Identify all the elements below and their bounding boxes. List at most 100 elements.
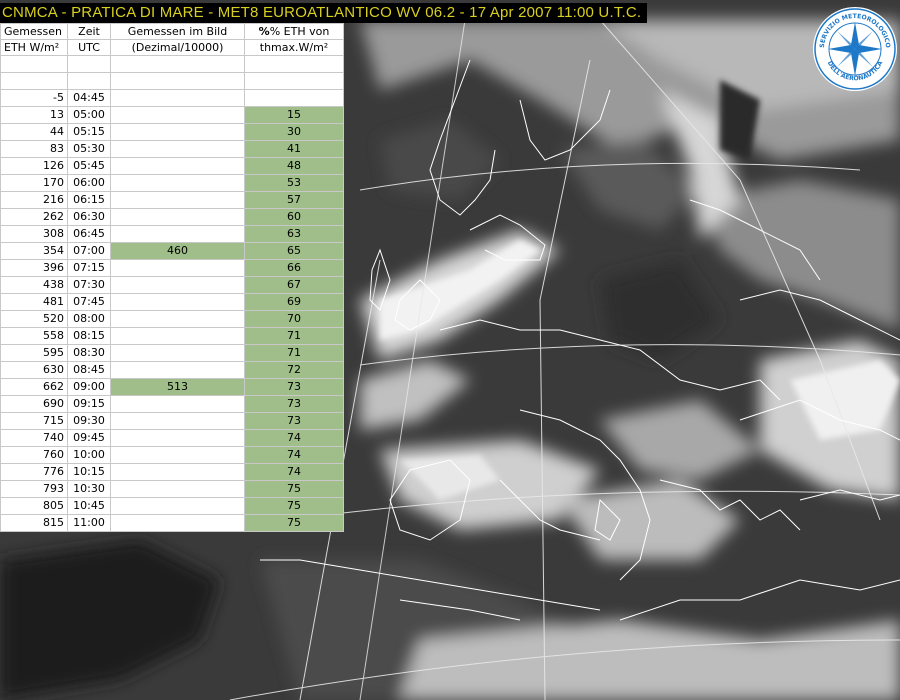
cell-eth: 520 bbox=[0, 310, 68, 328]
cell-percent-eth: 57 bbox=[244, 191, 344, 209]
cell-percent-eth: 75 bbox=[244, 514, 344, 532]
cell-time: 07:30 bbox=[67, 276, 111, 294]
table-row: 776 10:15 74 bbox=[0, 463, 344, 481]
table-row: 595 08:30 71 bbox=[0, 344, 344, 362]
cell-image-value bbox=[110, 174, 245, 192]
cell-percent-eth: 70 bbox=[244, 310, 344, 328]
table-row bbox=[0, 55, 344, 73]
cell-eth: 13 bbox=[0, 106, 68, 124]
cell-percent-eth: 30 bbox=[244, 123, 344, 141]
cell-percent-eth: 65 bbox=[244, 242, 344, 260]
table-row: 126 05:45 48 bbox=[0, 157, 344, 175]
cell-eth: 396 bbox=[0, 259, 68, 277]
cell-time: 10:30 bbox=[67, 480, 111, 498]
cell-percent-eth: 69 bbox=[244, 293, 344, 311]
header-percent-eth: %% ETH von bbox=[244, 23, 344, 40]
cell-time: 08:45 bbox=[67, 361, 111, 379]
table-row: 630 08:45 72 bbox=[0, 361, 344, 379]
cell-time: 07:00 bbox=[67, 242, 111, 260]
cell-eth: 595 bbox=[0, 344, 68, 362]
cell-percent-eth: 60 bbox=[244, 208, 344, 226]
table-row: 354 07:00 460 65 bbox=[0, 242, 344, 260]
servizio-meteorologico-logo: SERVIZIO METEOROLOGICO DELL'AERONAUTICA bbox=[813, 7, 897, 91]
cell-time: 06:30 bbox=[67, 208, 111, 226]
image-title: CNMCA - PRATICA DI MARE - MET8 EUROATLAN… bbox=[0, 3, 648, 23]
table-header-row: Gemessen Zeit Gemessen im Bild %% ETH vo… bbox=[0, 23, 344, 40]
cell-image-value bbox=[110, 514, 245, 532]
cell-eth: 126 bbox=[0, 157, 68, 175]
header-time: Zeit bbox=[67, 23, 111, 40]
cell-time: 09:15 bbox=[67, 395, 111, 413]
table-row: 481 07:45 69 bbox=[0, 293, 344, 311]
cell-image-value bbox=[110, 276, 245, 294]
cell-eth: 83 bbox=[0, 140, 68, 158]
cell-percent-eth: 71 bbox=[244, 327, 344, 345]
cell-time: 09:00 bbox=[67, 378, 111, 396]
cell-image-value bbox=[110, 412, 245, 430]
cell-image-value bbox=[110, 310, 245, 328]
cell-eth: 558 bbox=[0, 327, 68, 345]
cell-image-value bbox=[110, 140, 245, 158]
cell-image-value bbox=[110, 191, 245, 209]
cell-time: 11:00 bbox=[67, 514, 111, 532]
table-row: 740 09:45 74 bbox=[0, 429, 344, 447]
cell-time: 09:30 bbox=[67, 412, 111, 430]
table-row: 715 09:30 73 bbox=[0, 412, 344, 430]
table-row: 690 09:15 73 bbox=[0, 395, 344, 413]
cell-image-value bbox=[110, 361, 245, 379]
table-row: 170 06:00 53 bbox=[0, 174, 344, 192]
cell-image-value: 460 bbox=[110, 242, 245, 260]
cell-eth: 216 bbox=[0, 191, 68, 209]
cell-image-value bbox=[110, 106, 245, 124]
cell-eth: 776 bbox=[0, 463, 68, 481]
cell-eth: 262 bbox=[0, 208, 68, 226]
cell-time bbox=[67, 72, 111, 90]
header-eth: Gemessen bbox=[0, 23, 68, 40]
cell-percent-eth: 73 bbox=[244, 412, 344, 430]
table-row: 44 05:15 30 bbox=[0, 123, 344, 141]
cell-time: 08:00 bbox=[67, 310, 111, 328]
cell-image-value bbox=[110, 480, 245, 498]
header-time-unit: UTC bbox=[67, 39, 111, 56]
cell-percent-eth bbox=[244, 89, 344, 107]
cell-time: 06:15 bbox=[67, 191, 111, 209]
table-header-row: ETH W/m² UTC (Dezimal/10000) thmax.W/m² bbox=[0, 39, 344, 56]
cell-image-value bbox=[110, 446, 245, 464]
cell-image-value bbox=[110, 429, 245, 447]
cell-eth: 354 bbox=[0, 242, 68, 260]
cell-percent-eth: 75 bbox=[244, 480, 344, 498]
table-row: 558 08:15 71 bbox=[0, 327, 344, 345]
cell-time: 08:30 bbox=[67, 344, 111, 362]
cell-percent-eth bbox=[244, 72, 344, 90]
cell-eth: 760 bbox=[0, 446, 68, 464]
table-row: 793 10:30 75 bbox=[0, 480, 344, 498]
cell-percent-eth: 74 bbox=[244, 429, 344, 447]
cell-eth: 815 bbox=[0, 514, 68, 532]
cell-eth: 308 bbox=[0, 225, 68, 243]
cell-time: 10:15 bbox=[67, 463, 111, 481]
table-row: 520 08:00 70 bbox=[0, 310, 344, 328]
table-row: 438 07:30 67 bbox=[0, 276, 344, 294]
table-row: 262 06:30 60 bbox=[0, 208, 344, 226]
cell-percent-eth bbox=[244, 55, 344, 73]
table-row: 815 11:00 75 bbox=[0, 514, 344, 532]
cell-eth: 740 bbox=[0, 429, 68, 447]
table-row: 805 10:45 75 bbox=[0, 497, 344, 515]
cell-time: 06:00 bbox=[67, 174, 111, 192]
cell-image-value bbox=[110, 293, 245, 311]
cell-percent-eth: 74 bbox=[244, 446, 344, 464]
cell-percent-eth: 41 bbox=[244, 140, 344, 158]
cell-eth: 481 bbox=[0, 293, 68, 311]
cell-percent-eth: 48 bbox=[244, 157, 344, 175]
cell-time: 10:00 bbox=[67, 446, 111, 464]
cell-percent-eth: 73 bbox=[244, 378, 344, 396]
cell-image-value: 513 bbox=[110, 378, 245, 396]
cell-time: 08:15 bbox=[67, 327, 111, 345]
cell-percent-eth: 74 bbox=[244, 463, 344, 481]
table-row: 662 09:00 513 73 bbox=[0, 378, 344, 396]
cell-percent-eth: 53 bbox=[244, 174, 344, 192]
cell-percent-eth: 71 bbox=[244, 344, 344, 362]
cell-eth: 715 bbox=[0, 412, 68, 430]
cell-percent-eth: 73 bbox=[244, 395, 344, 413]
cell-image-value bbox=[110, 123, 245, 141]
